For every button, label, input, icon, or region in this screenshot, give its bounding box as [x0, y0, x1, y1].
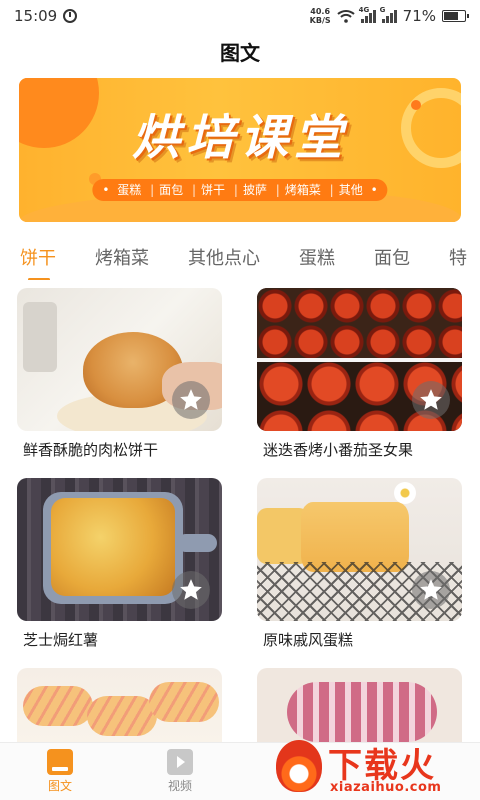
recipe-image[interactable] — [17, 668, 222, 742]
category-tabs: 饼干 烤箱菜 其他点心 蛋糕 面包 特 — [0, 238, 480, 280]
tab-bread[interactable]: 面包 — [374, 241, 410, 277]
alarm-icon — [63, 9, 78, 23]
recipe-image[interactable] — [257, 478, 462, 621]
recipe-card[interactable] — [257, 668, 462, 742]
signal-g-icon: G — [380, 6, 397, 23]
banner-category: 蛋糕 — [117, 183, 142, 197]
banner-headline: 烘培课堂 — [131, 110, 348, 166]
flame-logo-icon — [276, 740, 322, 792]
recipe-title[interactable]: 迷迭香烤小番茄圣女果 — [257, 439, 462, 460]
book-icon — [47, 749, 73, 775]
tab-more[interactable]: 特 — [449, 241, 467, 277]
recipe-card[interactable] — [17, 668, 222, 742]
tab-cake[interactable]: 蛋糕 — [299, 241, 335, 277]
banner-categories: 蛋糕 面包 饼干 披萨 烤箱菜 其他 — [92, 179, 388, 201]
net-speed-value: 40.6 — [310, 7, 331, 16]
favorite-star-icon[interactable] — [172, 571, 210, 609]
recipe-image[interactable] — [257, 668, 462, 742]
favorite-star-icon[interactable] — [412, 381, 450, 419]
signal-4g-icon: 4G — [359, 6, 376, 23]
recipe-title[interactable]: 芝士焗红薯 — [17, 629, 222, 650]
recipe-card[interactable]: 原味戚风蛋糕 — [257, 478, 462, 650]
nav-item-video[interactable]: 视频 — [150, 749, 210, 794]
tab-biscuits[interactable]: 饼干 — [20, 241, 56, 280]
favorite-star-icon[interactable] — [412, 571, 450, 609]
nav-item-label: 视频 — [167, 779, 192, 793]
status-bar: 15:09 40.6 KB/S 4G G 71% — [0, 0, 480, 32]
status-right: 40.6 KB/S 4G G 71% — [310, 6, 469, 25]
wifi-icon — [336, 10, 355, 23]
recipe-title[interactable]: 鲜香酥脆的肉松饼干 — [17, 439, 222, 460]
recipe-image[interactable] — [17, 288, 222, 431]
tab-oven-dishes[interactable]: 烤箱菜 — [95, 241, 149, 277]
recipe-card[interactable]: 鲜香酥脆的肉松饼干 — [17, 288, 222, 460]
status-time: 15:09 — [14, 7, 58, 25]
battery-icon — [442, 10, 469, 22]
tab-other-snacks[interactable]: 其他点心 — [188, 241, 260, 277]
banner-category: 烤箱菜 — [271, 183, 321, 197]
watermark-url: xiazaihuo.com — [330, 780, 442, 795]
banner[interactable]: 烘培课堂 蛋糕 面包 饼干 披萨 烤箱菜 其他 — [19, 78, 461, 222]
recipe-card[interactable]: 迷迭香烤小番茄圣女果 — [257, 288, 462, 460]
nav-item-graphic[interactable]: 图文 — [30, 749, 90, 794]
nav-item-label: 图文 — [47, 779, 72, 793]
recipe-card[interactable]: 芝士焗红薯 — [17, 478, 222, 650]
watermark: 下载火 xiazaihuo.com — [274, 738, 474, 800]
banner-category: 披萨 — [229, 183, 267, 197]
battery-percent: 71% — [402, 7, 436, 25]
recipe-image[interactable] — [17, 478, 222, 621]
net-speed-unit: KB/S — [309, 16, 331, 25]
favorite-star-icon[interactable] — [172, 381, 210, 419]
banner-category: 其他 — [325, 183, 363, 197]
play-icon — [167, 749, 193, 775]
page-title: 图文 — [220, 41, 260, 65]
recipe-image[interactable] — [257, 288, 462, 431]
banner-category: 饼干 — [187, 183, 225, 197]
net-speed: 40.6 KB/S — [310, 7, 331, 25]
recipe-title[interactable]: 原味戚风蛋糕 — [257, 629, 462, 650]
banner-category: 面包 — [145, 183, 183, 197]
